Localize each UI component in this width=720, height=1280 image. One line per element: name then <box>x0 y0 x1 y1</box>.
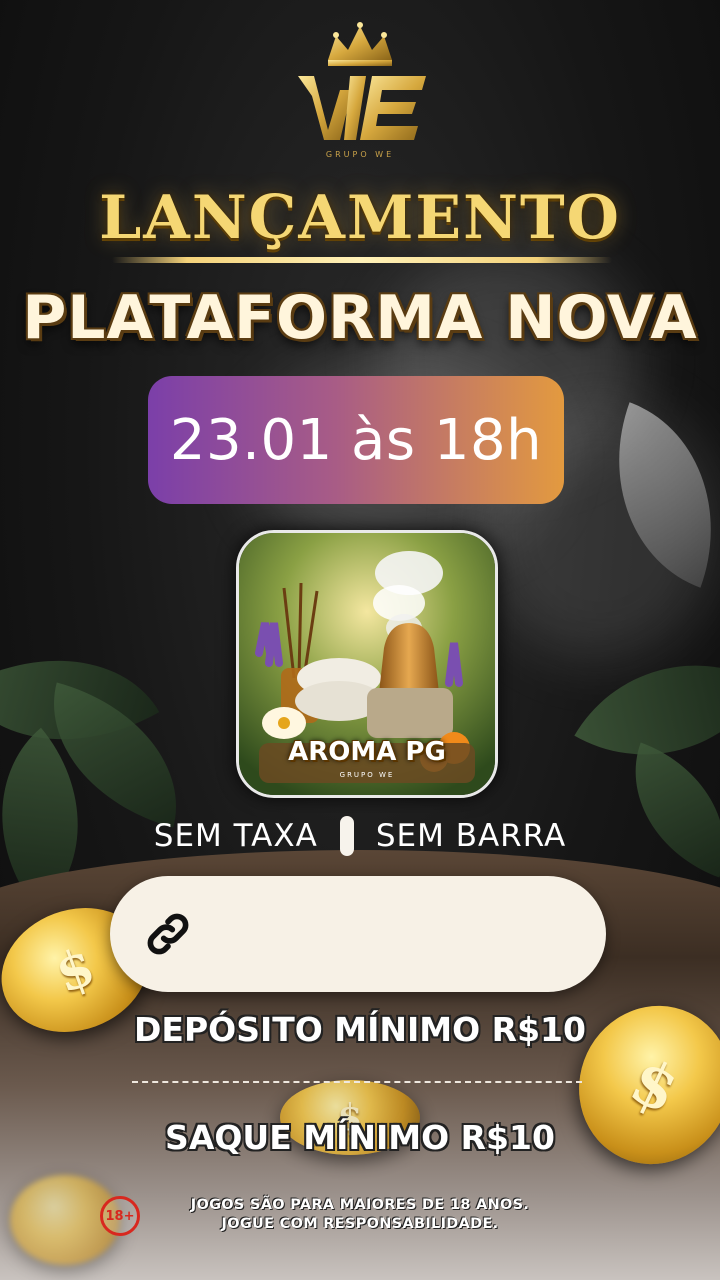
min-deposit: DEPÓSITO MÍNIMO R$10 <box>134 1010 586 1049</box>
disclaimer-line-2: JOGUE COM RESPONSABILIDADE. <box>221 1216 499 1232</box>
feature-no-bar: SEM BARRA <box>375 818 567 854</box>
app-name: AROMA PG <box>288 737 446 767</box>
link-icon <box>147 913 189 955</box>
dashed-divider <box>132 1081 582 1083</box>
launch-date: 23.01 às 18h <box>169 407 543 473</box>
min-withdraw: SAQUE MÍNIMO R$10 <box>165 1118 555 1157</box>
disclaimer: JOGOS SÃO PARA MAIORES DE 18 ANOS. JOGUE… <box>150 1196 570 1234</box>
launch-date-badge: 23.01 às 18h <box>148 376 564 504</box>
link-field[interactable] <box>110 876 606 992</box>
feature-no-fee: SEM TAXA <box>153 818 318 854</box>
disclaimer-line-1: JOGOS SÃO PARA MAIORES DE 18 ANOS. <box>190 1197 530 1213</box>
feature-separator <box>339 816 354 856</box>
headline-platform: PLATAFORMA NOVA <box>22 283 698 353</box>
brand-subtitle: GRUPO WE <box>325 150 395 159</box>
gold-divider <box>112 257 612 263</box>
age-restriction-badge: 18+ <box>100 1196 140 1236</box>
app-icon[interactable]: AROMA PG GRUPO WE <box>236 530 498 798</box>
headline-launch: LANÇAMENTO <box>99 183 621 253</box>
app-subtitle: GRUPO WE <box>339 771 395 779</box>
features-row: SEM TAXA SEM BARRA <box>0 812 720 860</box>
